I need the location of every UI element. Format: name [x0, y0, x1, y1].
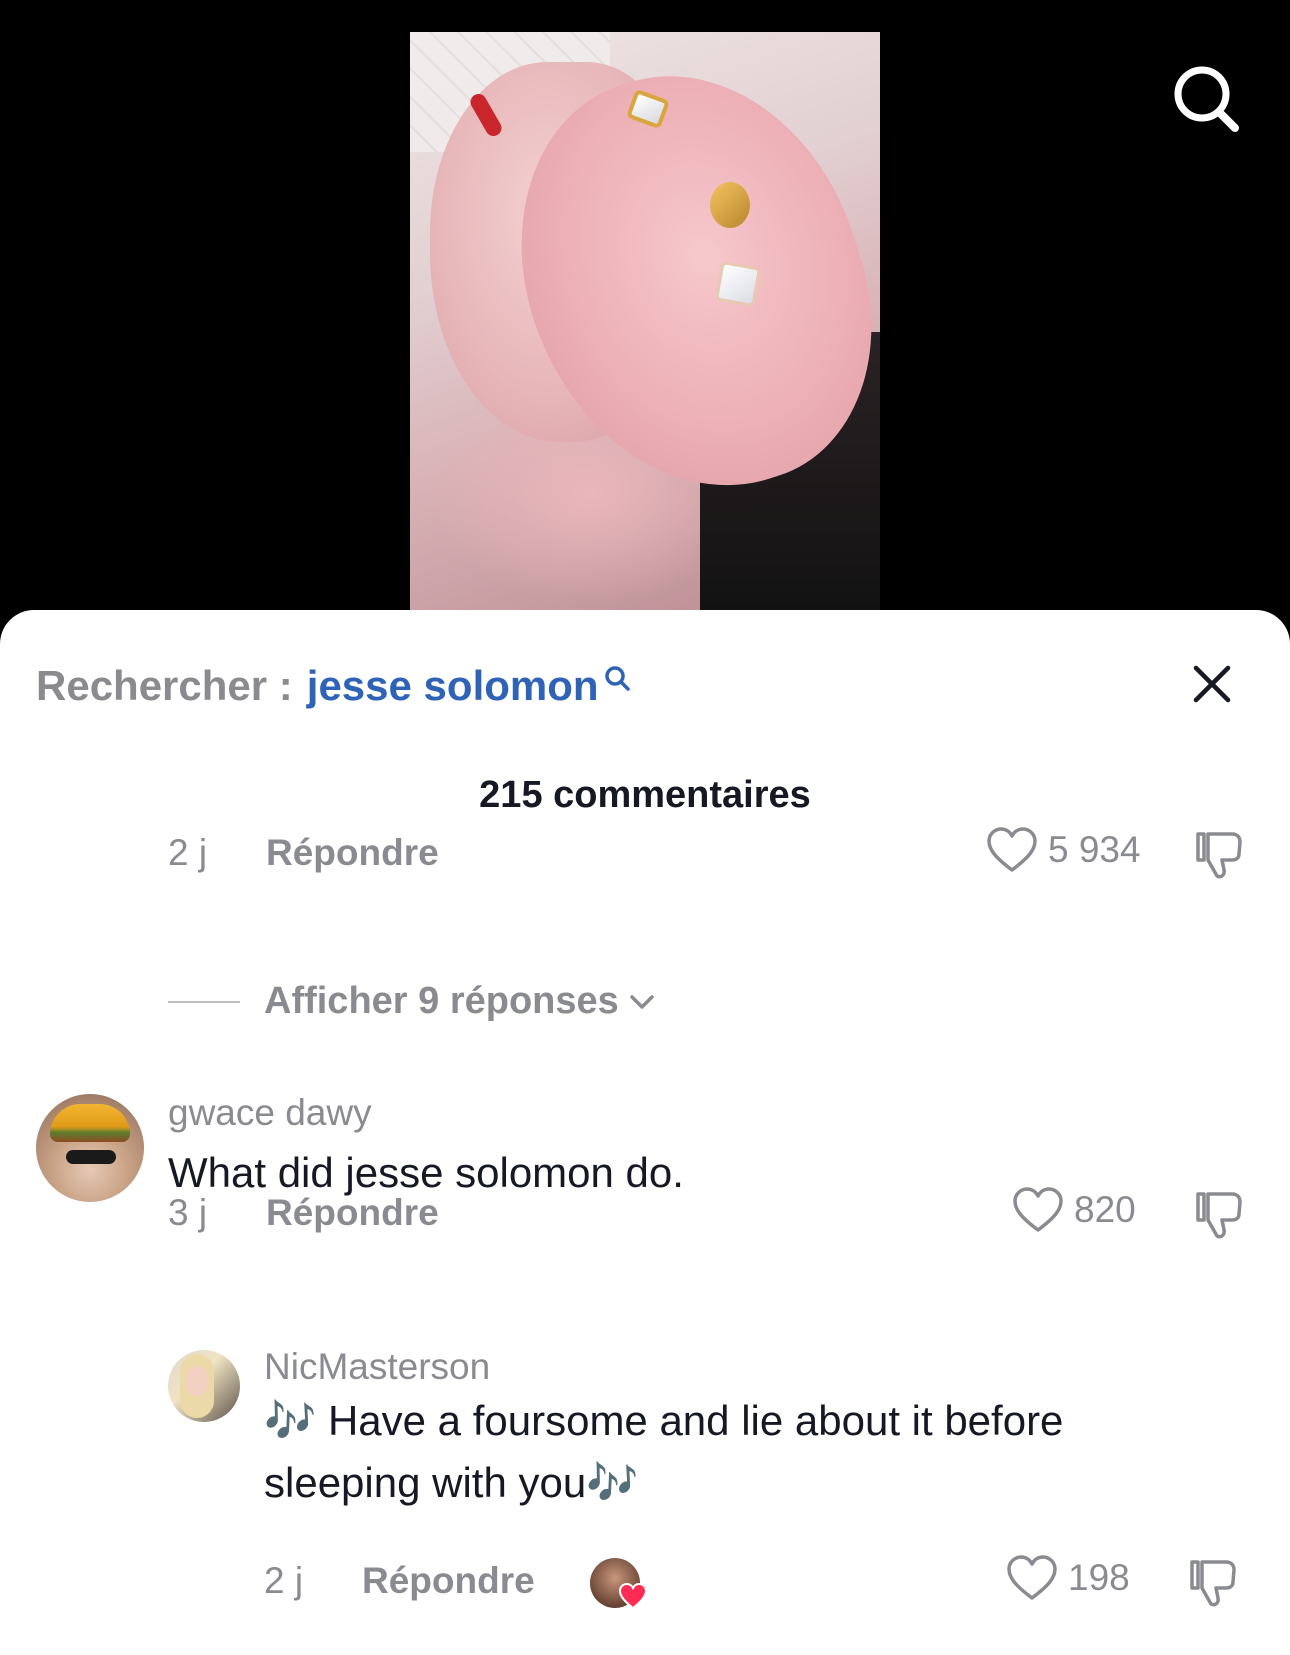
- comment-time: 3 j: [168, 1192, 208, 1233]
- comment-time: 2 j: [168, 832, 208, 873]
- comment-count-title: 215 commentaires: [479, 774, 811, 816]
- view-replies-button[interactable]: Afficher 9 réponses: [168, 980, 657, 1023]
- thumbs-down-icon[interactable]: [1192, 828, 1246, 880]
- like-group: 820: [1012, 1186, 1136, 1234]
- search-icon[interactable]: [1172, 64, 1240, 134]
- search-term-link[interactable]: jesse solomon: [307, 662, 599, 710]
- reply-button[interactable]: Répondre: [362, 1560, 535, 1602]
- chevron-down-icon: [630, 994, 654, 1009]
- comment-text-line: 🎶 Have a foursome and lie about it befor…: [264, 1397, 1064, 1444]
- video-player[interactable]: [0, 0, 1290, 640]
- search-icon: [604, 666, 630, 691]
- replies-divider-line: [168, 1000, 240, 1003]
- reply-button[interactable]: Répondre: [266, 832, 439, 874]
- avatar[interactable]: [168, 1350, 240, 1422]
- like-count: 820: [1074, 1189, 1136, 1230]
- comments-sheet: Rechercher : jesse solomon 215 commentai…: [0, 610, 1290, 1655]
- comment-username[interactable]: gwace dawy: [168, 1092, 372, 1134]
- close-icon[interactable]: [1188, 660, 1236, 708]
- search-prefix-label: Rechercher :: [36, 662, 293, 709]
- like-count: 198: [1068, 1557, 1130, 1598]
- like-count: 5 934: [1048, 829, 1141, 870]
- heart-icon: [618, 1582, 648, 1610]
- video-thumbnail: [410, 32, 880, 612]
- related-search-row[interactable]: Rechercher : jesse solomon: [36, 662, 631, 710]
- heart-icon[interactable]: [1012, 1186, 1064, 1234]
- avatar[interactable]: [36, 1094, 144, 1202]
- avatar-hat: [50, 1104, 130, 1142]
- comment-time: 2 j: [264, 1560, 304, 1601]
- thumbs-down-icon[interactable]: [1192, 1188, 1246, 1240]
- ring-crystal: [714, 260, 762, 308]
- comment-meta-row: 2 j Répondre: [168, 832, 439, 874]
- comment-text-line: sleeping with you🎶: [264, 1459, 639, 1506]
- heart-icon[interactable]: [1006, 1554, 1058, 1602]
- view-replies-label: Afficher 9 réponses: [264, 980, 619, 1022]
- comment-meta-row: 3 j Répondre: [168, 1192, 439, 1234]
- comment-meta-row: 2 j Répondre: [264, 1560, 535, 1602]
- like-group: 198: [1006, 1554, 1130, 1602]
- avatar-face: [186, 1366, 208, 1396]
- thumbs-down-icon[interactable]: [1186, 1556, 1240, 1608]
- reply-button[interactable]: Répondre: [266, 1192, 439, 1234]
- avatar-glasses: [66, 1150, 116, 1164]
- like-group: 5 934: [986, 826, 1141, 874]
- ring-gold: [710, 182, 750, 228]
- heart-icon[interactable]: [986, 826, 1038, 874]
- comment-username[interactable]: NicMasterson: [264, 1346, 490, 1388]
